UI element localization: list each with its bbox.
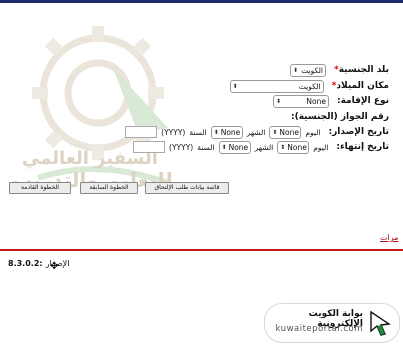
nationality-select[interactable]: ⬍ الكويت bbox=[289, 63, 326, 77]
birthplace-row: مكان الميلاد* ⬍ الكويت bbox=[228, 79, 389, 93]
top-bar bbox=[0, 0, 403, 3]
updown-arrow-icon: ⬍ bbox=[232, 82, 238, 90]
red-divider bbox=[0, 249, 403, 251]
arrow-logo-icon bbox=[370, 310, 391, 336]
updown-arrow-icon: ⬍ bbox=[276, 97, 282, 105]
day-label: اليوم bbox=[313, 142, 329, 152]
issue-month-select[interactable]: ⬍ None bbox=[210, 125, 243, 139]
year-hint: (YYYY) bbox=[161, 127, 186, 137]
residence-type-label: نوع الإقامة: bbox=[337, 96, 389, 106]
birthplace-select[interactable]: ⬍ الكويت bbox=[229, 79, 324, 93]
page-link[interactable]: مرات bbox=[380, 233, 398, 242]
issue-date-label: تاريخ الإصدار: bbox=[328, 127, 390, 137]
residence-type-row: نوع الإقامة: ⬍ None bbox=[271, 94, 389, 108]
portal-url: kuwaiteportal.com bbox=[275, 324, 363, 334]
version-number: 8.3.0.2: bbox=[8, 259, 43, 268]
expiry-date-row: تاريخ إنتهاء: اليوم ⬍ None الشهر ⬍ None … bbox=[131, 140, 389, 154]
year-label: السنة bbox=[189, 127, 207, 137]
nationality-row: بلد الجنسية* ⬍ الكويت bbox=[288, 63, 389, 77]
nationality-label: بلد الجنسية* bbox=[333, 65, 389, 75]
updown-arrow-icon: ⬍ bbox=[221, 143, 227, 151]
application-list-button[interactable]: قائمة بيانات طلب الإلتحاق bbox=[145, 182, 229, 194]
mouse-cursor-icon: ✥ bbox=[50, 261, 59, 272]
passport-label: رقم الجواز (الجنسية): bbox=[291, 112, 389, 122]
version-info: 8.3.0.2: الإصدار bbox=[8, 259, 69, 268]
expiry-date-label: تاريخ إنتهاء: bbox=[336, 142, 389, 152]
expiry-year-input[interactable] bbox=[133, 141, 166, 153]
updown-arrow-icon: ⬍ bbox=[272, 128, 278, 136]
day-label: اليوم bbox=[305, 127, 321, 137]
year-hint: (YYYY) bbox=[169, 142, 194, 152]
month-label: الشهر bbox=[246, 127, 266, 137]
year-label: السنة bbox=[197, 142, 215, 152]
birthplace-label: مكان الميلاد* bbox=[331, 81, 389, 91]
month-label: الشهر bbox=[254, 142, 274, 152]
updown-arrow-icon: ⬍ bbox=[280, 143, 286, 151]
kuwait-portal-badge[interactable]: بوابة الكويت الإلكترونية kuwaiteportal.c… bbox=[264, 303, 400, 343]
passport-row: رقم الجواز (الجنسية): bbox=[285, 110, 389, 124]
issue-date-row: تاريخ الإصدار: اليوم ⬍ None الشهر ⬍ None… bbox=[123, 125, 389, 139]
residence-type-select[interactable]: ⬍ None bbox=[273, 94, 329, 108]
updown-arrow-icon: ⬍ bbox=[213, 128, 219, 136]
expiry-day-select[interactable]: ⬍ None bbox=[277, 140, 310, 154]
previous-step-button[interactable]: الخطوة السابقة bbox=[80, 182, 138, 194]
issue-day-select[interactable]: ⬍ None bbox=[269, 125, 302, 139]
updown-arrow-icon: ⬍ bbox=[292, 66, 298, 74]
next-step-button[interactable]: الخطوة القادمة bbox=[9, 182, 71, 194]
expiry-month-select[interactable]: ⬍ None bbox=[218, 140, 251, 154]
issue-year-input[interactable] bbox=[125, 126, 158, 138]
